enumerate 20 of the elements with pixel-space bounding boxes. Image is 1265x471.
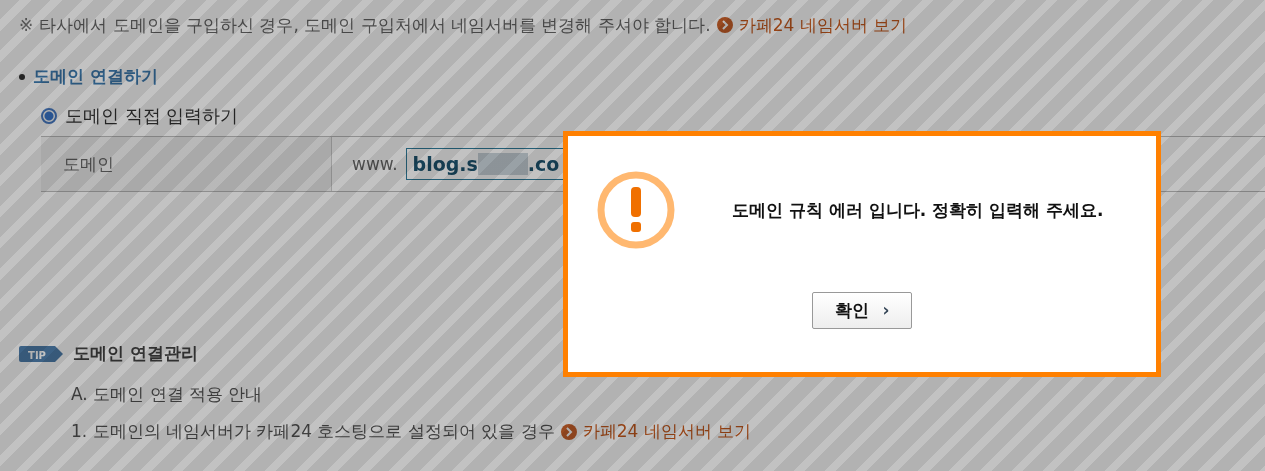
section-title: 도메인 연결하기: [33, 65, 158, 88]
nameserver-link[interactable]: 카페24 네임서버 보기: [582, 420, 752, 443]
warning-icon: [596, 170, 676, 250]
redaction-mark: [477, 153, 528, 175]
field-value: blog.s: [412, 153, 478, 175]
tip-text: 1. 도메인의 네임서버가 카페24 호스팅으로 설정되어 있을 경우: [71, 420, 555, 443]
www-prefix: www.: [352, 154, 398, 174]
bullet-icon: [19, 73, 25, 80]
tip-badge: TIP: [19, 344, 65, 363]
nameserver-link[interactable]: 카페24 네임서버 보기: [738, 13, 908, 37]
tip-title: 도메인 연결관리: [73, 342, 198, 365]
notice-text: 타사에서 도메인을 구입하신 경우, 도메인 구입처에서 네임서버를 변경해 주셔야 합니다.: [39, 13, 711, 37]
notice-mark: ※: [19, 15, 34, 35]
confirm-button[interactable]: 확인 ›: [812, 292, 912, 329]
dialog-message: 도메인 규칙 에러 입니다. 정확히 입력해 주세요.: [732, 198, 1104, 222]
field-value: .co: [527, 153, 560, 175]
row-label: 도메인: [41, 137, 332, 191]
option-label: 도메인 직접 입력하기: [65, 104, 239, 128]
tip-subtitle: A. 도메인 연결 적용 안내: [71, 383, 264, 406]
radio-button[interactable]: [41, 108, 57, 124]
